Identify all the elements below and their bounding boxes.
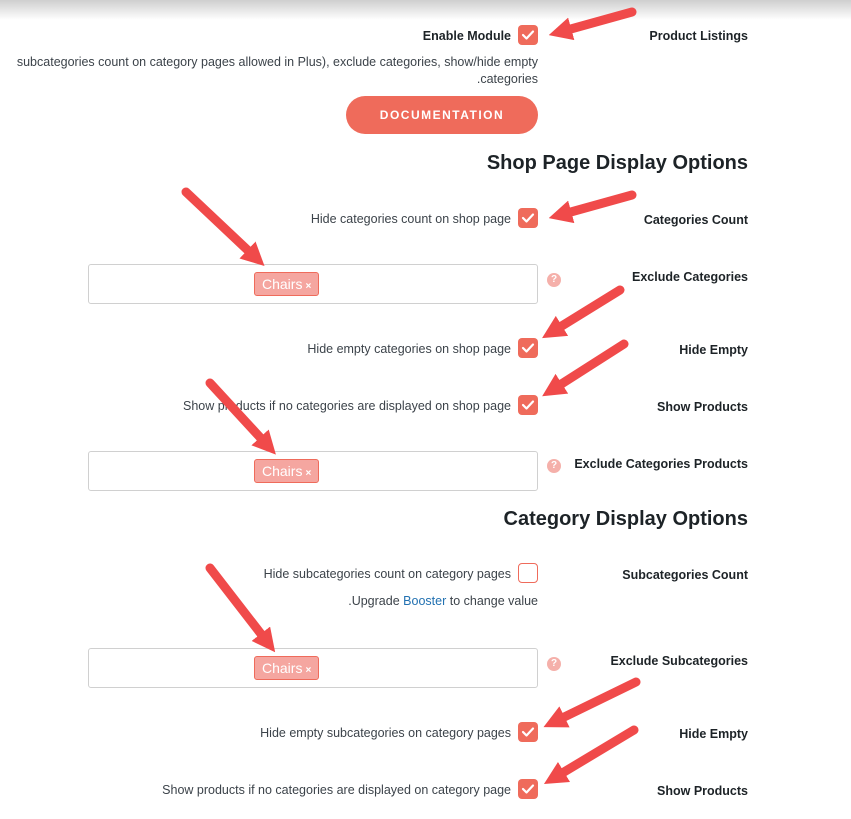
exclude-categories-label: Exclude Categories: [631, 270, 748, 284]
arrow-exclude-categories-tag: [181, 187, 265, 267]
enable-module-checkbox[interactable]: [518, 25, 538, 45]
tag-label: Chairs: [262, 276, 303, 292]
show-products-checkbox[interactable]: [518, 395, 538, 415]
category-hide-empty-checkbox[interactable]: [518, 722, 538, 742]
hide-empty-label: Hide Empty: [679, 343, 748, 357]
categories-count-checkbox[interactable]: [518, 208, 538, 228]
show-products-label: Show Products: [657, 400, 748, 414]
check-icon: [521, 784, 535, 794]
selected-tag: Chairs ×: [254, 656, 320, 680]
subcategories-count-label: Subcategories Count: [622, 568, 748, 582]
arrow-categories-count: [548, 190, 637, 224]
upgrade-prefix: .Upgrade: [348, 594, 400, 608]
category-hide-empty-label: Hide Empty: [679, 727, 748, 741]
product-listings-label: Product Listings: [649, 29, 748, 43]
check-icon: [521, 30, 535, 40]
tag-label: Chairs: [262, 463, 303, 479]
check-icon: [521, 343, 535, 353]
selected-tag: Chairs ×: [254, 272, 320, 296]
exclude-categories-select[interactable]: Chairs ×: [88, 264, 538, 304]
help-icon[interactable]: ?: [547, 459, 561, 473]
hide-empty-desc: Hide empty categories on shop page: [307, 342, 511, 356]
exclude-subcategories-label: Exclude Subcategories: [610, 654, 748, 668]
category-show-products-label: Show Products: [657, 784, 748, 798]
documentation-button[interactable]: DOCUMENTATION: [346, 96, 538, 134]
remove-tag-icon[interactable]: ×: [305, 665, 311, 676]
arrow-hide-empty: [542, 285, 625, 339]
subcategories-count-desc: Hide subcategories count on category pag…: [263, 567, 511, 581]
arrow-exclude-products-tag: [205, 378, 276, 455]
categories-count-label: Categories Count: [643, 213, 748, 227]
selected-tag: Chairs ×: [254, 459, 320, 483]
exclude-categories-products-select[interactable]: Chairs ×: [88, 451, 538, 491]
arrow-category-hide-empty: [543, 677, 641, 728]
arrow-category-show-products: [543, 725, 639, 785]
enable-module-label: Enable Module: [422, 29, 511, 43]
category-show-products-checkbox[interactable]: [518, 779, 538, 799]
exclude-subcategories-select[interactable]: Chairs ×: [88, 648, 538, 688]
categories-count-desc: Hide categories count on shop page: [310, 212, 511, 226]
help-icon[interactable]: ?: [547, 273, 561, 287]
module-description-line2: .categories: [476, 72, 538, 86]
top-shadow: [0, 0, 851, 20]
remove-tag-icon[interactable]: ×: [305, 281, 311, 292]
module-description-line1: subcategories count on category pages al…: [16, 55, 538, 69]
category-show-products-desc: Show products if no categories are displ…: [162, 783, 511, 797]
upgrade-suffix: to change value: [449, 594, 538, 608]
show-products-desc: Show products if no categories are displ…: [183, 399, 511, 413]
category-hide-empty-desc: Hide empty subcategories on category pag…: [260, 726, 511, 740]
hide-empty-checkbox[interactable]: [518, 338, 538, 358]
subcategories-count-checkbox[interactable]: [518, 563, 538, 583]
tag-label: Chairs: [262, 660, 303, 676]
exclude-categories-products-label: Exclude Categories Products: [574, 457, 748, 471]
arrow-show-products: [542, 339, 629, 397]
booster-link[interactable]: Booster: [403, 594, 446, 608]
shop-section-heading: Shop Page Display Options: [486, 152, 748, 174]
help-icon[interactable]: ?: [547, 657, 561, 671]
check-icon: [521, 213, 535, 223]
upgrade-note: .Upgrade Booster to change value: [348, 594, 538, 608]
remove-tag-icon[interactable]: ×: [305, 468, 311, 479]
category-section-heading: Category Display Options: [503, 508, 749, 530]
check-icon: [521, 727, 535, 737]
check-icon: [521, 400, 535, 410]
arrow-exclude-subcategories-tag: [205, 563, 276, 653]
